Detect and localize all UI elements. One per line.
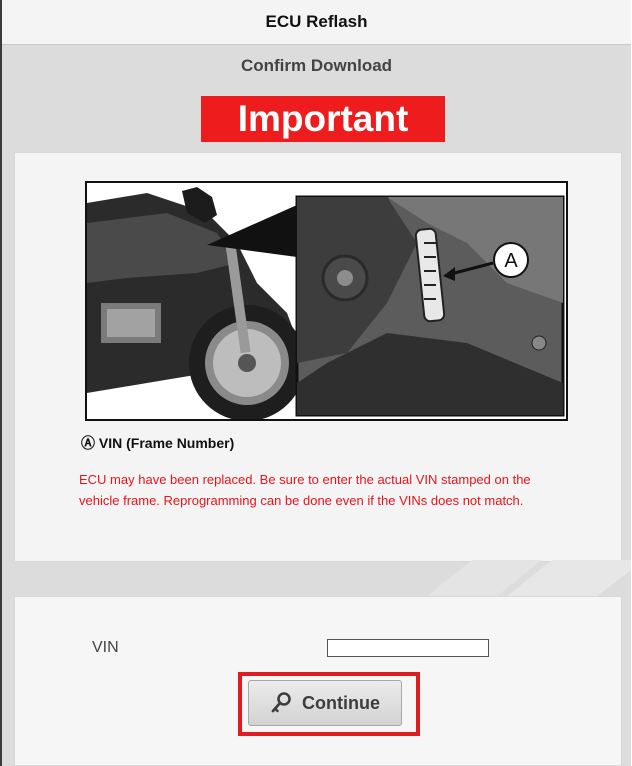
- motorcycle-frame-diagram: A: [87, 183, 566, 419]
- confirm-download-heading: Confirm Download: [240, 56, 393, 75]
- callout-a-label: A: [504, 250, 518, 272]
- window-title: ECU Reflash: [2, 0, 631, 45]
- continue-label: Continue: [302, 692, 380, 713]
- ecu-reflash-window: ECU Reflash Confirm Download Important A…: [0, 0, 631, 766]
- key-icon: [270, 692, 292, 714]
- vin-location-illustration: A: [85, 181, 568, 421]
- important-banner: Important: [201, 96, 445, 142]
- vin-warning-text: ECU may have been replaced. Be sure to e…: [79, 472, 531, 508]
- notice-panel: A Ⓐ VIN (Frame Number) ECU may have been…: [14, 152, 622, 562]
- vin-form-panel: VIN Continue: [14, 596, 622, 766]
- vin-caption: Ⓐ VIN (Frame Number): [81, 435, 235, 451]
- vin-input[interactable]: [327, 639, 489, 657]
- background-stripes: [422, 560, 631, 600]
- vin-label: VIN: [92, 639, 119, 656]
- continue-button[interactable]: Continue: [248, 680, 402, 726]
